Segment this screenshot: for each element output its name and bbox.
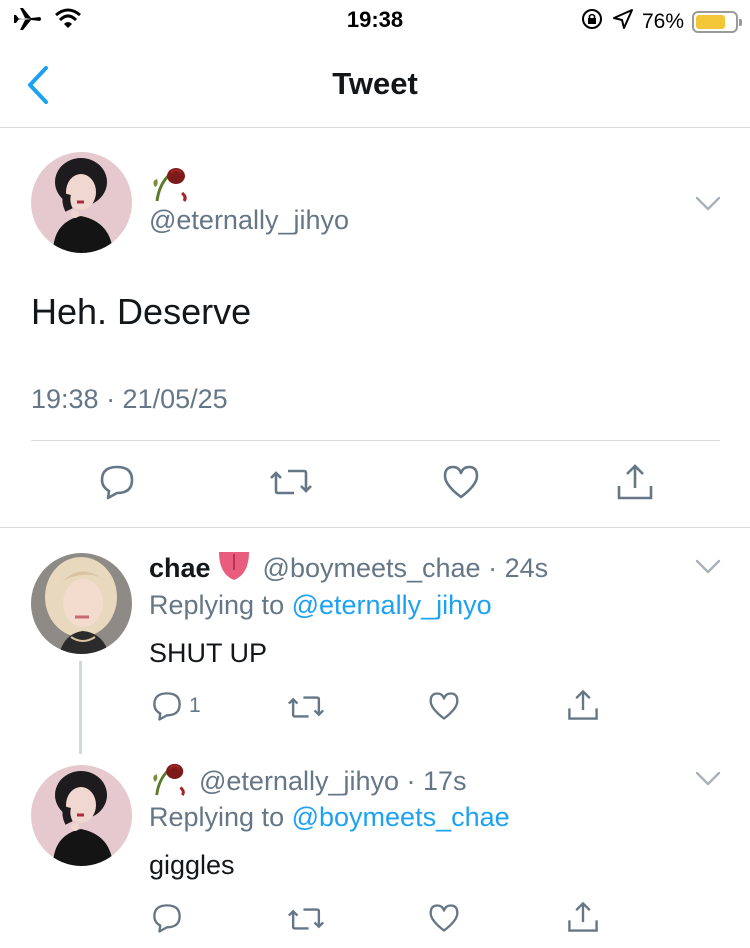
thread-line: [79, 661, 82, 754]
share-icon: [568, 689, 598, 720]
retweet-button[interactable]: [270, 465, 312, 499]
replying-prefix: Replying to: [149, 590, 285, 620]
share-icon: [568, 901, 598, 932]
reply-header: @eternally_jihyo · 17s: [149, 761, 467, 802]
location-arrow-icon: [612, 8, 634, 35]
tweet-text: Heh. Deserve: [31, 291, 252, 332]
chevron-down-icon[interactable]: [694, 195, 722, 213]
tongue-emoji: [215, 550, 253, 587]
like-button[interactable]: [428, 691, 460, 721]
page-title: Tweet: [332, 66, 418, 101]
reply-text: giggles: [149, 850, 235, 880]
avatar-image: [31, 765, 132, 866]
tweet-handle[interactable]: @eternally_jihyo: [149, 205, 349, 236]
reply-handle[interactable]: @boymeets_chae: [263, 553, 481, 584]
reply-text: SHUT UP: [149, 638, 268, 668]
reply-time: 17s: [423, 766, 467, 796]
wilted-rose-emoji: [149, 761, 189, 802]
replying-to-link[interactable]: @boymeets_chae: [292, 802, 510, 832]
replying-to-link[interactable]: @eternally_jihyo: [292, 590, 492, 620]
reply-handle[interactable]: @eternally_jihyo: [199, 766, 399, 797]
orientation-lock-icon: [580, 7, 604, 36]
battery-icon: [692, 10, 742, 33]
share-button[interactable]: [566, 900, 600, 934]
replying-prefix: Replying to: [149, 802, 285, 832]
separator-dot: ·: [480, 553, 505, 583]
divider: [31, 440, 720, 441]
reply-button[interactable]: 1: [151, 690, 201, 722]
like-icon: [429, 904, 459, 932]
retweet-icon: [288, 908, 324, 930]
retweet-button[interactable]: [288, 692, 324, 722]
reply-button[interactable]: [98, 463, 136, 501]
main-tweet: @eternally_jihyo Heh. Deserve 19:38 · 21…: [0, 129, 750, 528]
chevron-down-icon[interactable]: [694, 558, 722, 576]
replying-to: Replying to @eternally_jihyo: [149, 590, 492, 621]
replying-to: Replying to @boymeets_chae: [149, 802, 510, 833]
reply-count: 1: [189, 694, 201, 717]
wilted-rose-emoji: [149, 165, 191, 208]
share-icon: [617, 464, 653, 500]
like-button[interactable]: [428, 903, 460, 933]
nav-bar: Tweet: [0, 40, 750, 128]
reply-button[interactable]: [151, 902, 183, 934]
avatar[interactable]: [31, 553, 132, 654]
share-button[interactable]: [615, 462, 655, 502]
tweet-timestamp: 19:38 · 21/05/25: [31, 384, 228, 414]
like-icon: [443, 465, 479, 499]
like-button[interactable]: [442, 464, 480, 500]
share-button[interactable]: [566, 688, 600, 722]
display-name[interactable]: chae: [149, 553, 211, 584]
reply-time: 24s: [504, 553, 549, 583]
reply-icon: [153, 692, 181, 721]
status-bar: 19:38 76%: [0, 0, 750, 40]
battery-fill: [696, 14, 725, 29]
battery-percent: 76%: [641, 9, 684, 33]
chevron-down-icon[interactable]: [694, 770, 722, 788]
reply-icon: [153, 904, 181, 933]
avatar-image: [31, 553, 132, 654]
status-right: 76%: [580, 7, 742, 36]
avatar[interactable]: [31, 765, 132, 866]
avatar-image: [31, 152, 132, 253]
reply-icon: [100, 465, 134, 500]
reply-header: chae @boymeets_chae · 24s: [149, 550, 548, 587]
separator-dot: ·: [399, 766, 424, 796]
retweet-icon: [270, 469, 312, 495]
retweet-icon: [288, 696, 324, 718]
avatar[interactable]: [31, 152, 132, 253]
like-icon: [429, 692, 459, 720]
retweet-button[interactable]: [288, 904, 324, 934]
